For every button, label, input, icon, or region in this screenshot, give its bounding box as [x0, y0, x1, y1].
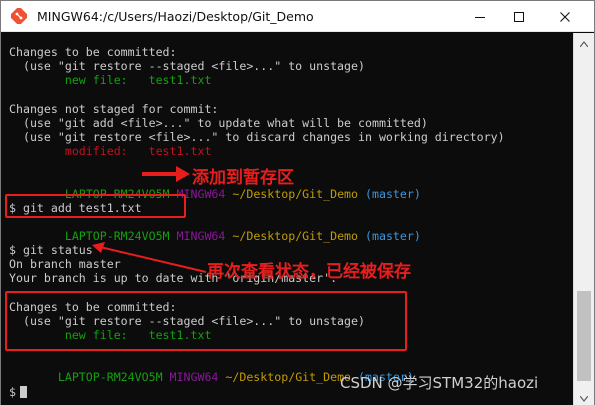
scroll-down-button[interactable] — [574, 388, 594, 405]
chevron-up-icon — [579, 32, 589, 51]
terminal-line: (use "git add <file>..." to update what … — [9, 116, 428, 130]
terminal-text: LAPTOP-RM24VO5M — [9, 370, 170, 385]
terminal-line: new file: test1.txt — [9, 73, 212, 88]
annotation-added-to-staging: 添加到暂存区 — [192, 168, 294, 188]
terminal-text: Changes to be committed: — [9, 45, 177, 59]
terminal-line: Changes to be committed: — [9, 45, 177, 59]
window-title: MINGW64:/c/Users/Haozi/Desktop/Git_Demo — [37, 9, 314, 24]
terminal-line: $ git status — [9, 243, 93, 257]
terminal-text: (use "git restore --staged <file>..." to… — [9, 59, 365, 74]
close-icon — [559, 11, 571, 23]
terminal-text: (use "git restore <file>..." to discard … — [9, 129, 505, 144]
terminal-line: (use "git restore --staged <file>..." to… — [9, 59, 365, 73]
chevron-down-icon — [579, 387, 589, 405]
close-button[interactable] — [542, 1, 587, 32]
terminal-text: ~/Desktop/Git_Demo — [232, 228, 365, 243]
terminal-line: (use "git restore <file>..." to discard … — [9, 130, 505, 144]
terminal-line: LAPTOP-RM24VO5M MINGW64 ~/Desktop/Git_De… — [9, 229, 421, 243]
highlight-staged-changes — [5, 291, 407, 351]
terminal-text: new file: test1.txt — [9, 73, 212, 88]
minimize-icon — [474, 11, 486, 23]
terminal-line: modified: test1.txt — [9, 144, 212, 159]
maximize-button[interactable] — [496, 1, 541, 32]
scroll-up-button[interactable] — [574, 33, 594, 50]
csdn-watermark: CSDN @学习STM32的haozi — [340, 374, 539, 392]
scrollbar-thumb[interactable] — [577, 291, 591, 381]
title-bar[interactable]: MINGW64:/c/Users/Haozi/Desktop/Git_Demo — [1, 1, 594, 32]
terminal-text: Changes not staged for commit: — [9, 101, 219, 116]
terminal-text: ~/Desktop/Git_Demo — [232, 186, 365, 201]
arrow-to-git-add — [142, 166, 190, 182]
arrow-to-git-status — [92, 242, 207, 273]
terminal-text: (master) — [365, 186, 421, 201]
terminal-text: (master) — [365, 228, 421, 243]
vertical-scrollbar[interactable] — [573, 33, 594, 405]
terminal-text: $ — [9, 384, 16, 399]
annotation-status-again: 再次查看状态，已经被保存 — [207, 262, 411, 282]
highlight-git-add — [5, 194, 186, 218]
terminal-text: MINGW64 — [169, 370, 226, 385]
terminal-text: ~/Desktop/Git_Demo — [225, 370, 359, 385]
terminal-text: (use "git add <file>..." to update what … — [9, 115, 428, 130]
terminal-text: modified: test1.txt — [9, 144, 212, 159]
terminal-line: Changes not staged for commit: — [9, 102, 218, 116]
terminal-cursor — [19, 385, 27, 398]
git-bash-icon — [9, 6, 29, 26]
maximize-icon — [513, 11, 525, 23]
terminal-text: $ git status — [9, 243, 93, 258]
terminal-line: $ — [9, 385, 27, 399]
